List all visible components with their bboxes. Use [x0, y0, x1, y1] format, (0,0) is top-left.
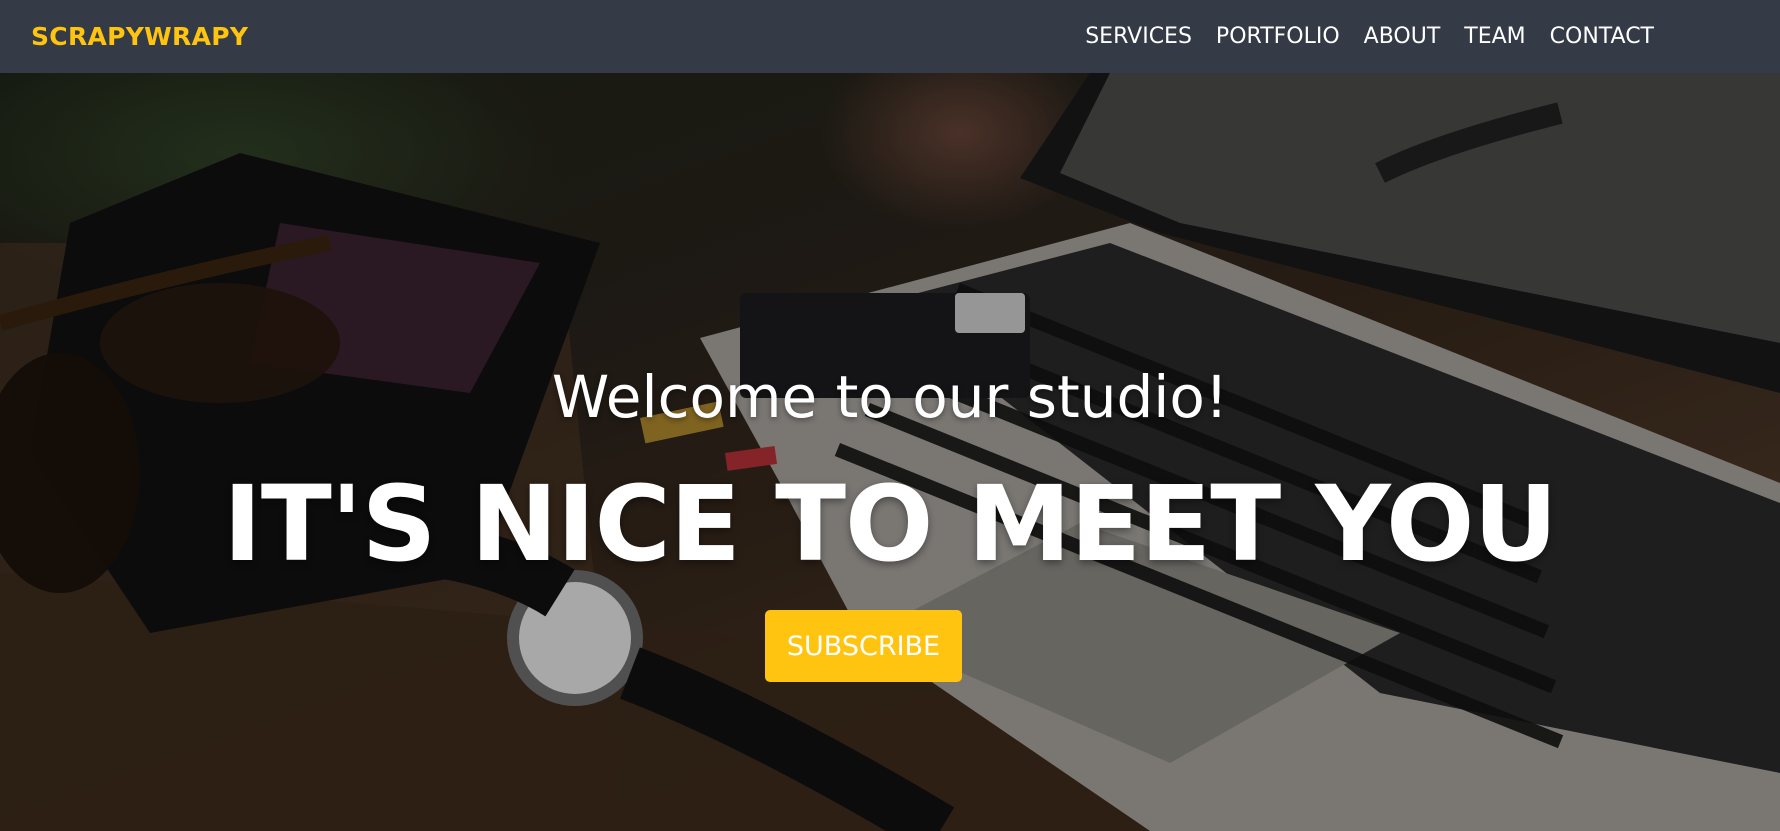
brand-logo-link[interactable]: SCRAPYWRAPY: [31, 22, 248, 51]
nav-link-portfolio[interactable]: PORTFOLIO: [1216, 24, 1340, 49]
navbar: SCRAPYWRAPY SERVICES PORTFOLIO ABOUT TEA…: [0, 0, 1780, 73]
nav-links: SERVICES PORTFOLIO ABOUT TEAM CONTACT: [1085, 24, 1654, 49]
nav-link-about[interactable]: ABOUT: [1364, 24, 1441, 49]
hero-content: Welcome to our studio! IT'S NICE TO MEET…: [0, 73, 1780, 831]
hero-heading: IT'S NICE TO MEET YOU: [223, 463, 1558, 585]
nav-link-contact[interactable]: CONTACT: [1550, 24, 1654, 49]
hero-section: Welcome to our studio! IT'S NICE TO MEET…: [0, 73, 1780, 831]
hero-subheading: Welcome to our studio!: [551, 363, 1229, 431]
nav-link-services[interactable]: SERVICES: [1085, 24, 1192, 49]
nav-link-team[interactable]: TEAM: [1464, 24, 1525, 49]
subscribe-button[interactable]: SUBSCRIBE: [765, 610, 962, 682]
